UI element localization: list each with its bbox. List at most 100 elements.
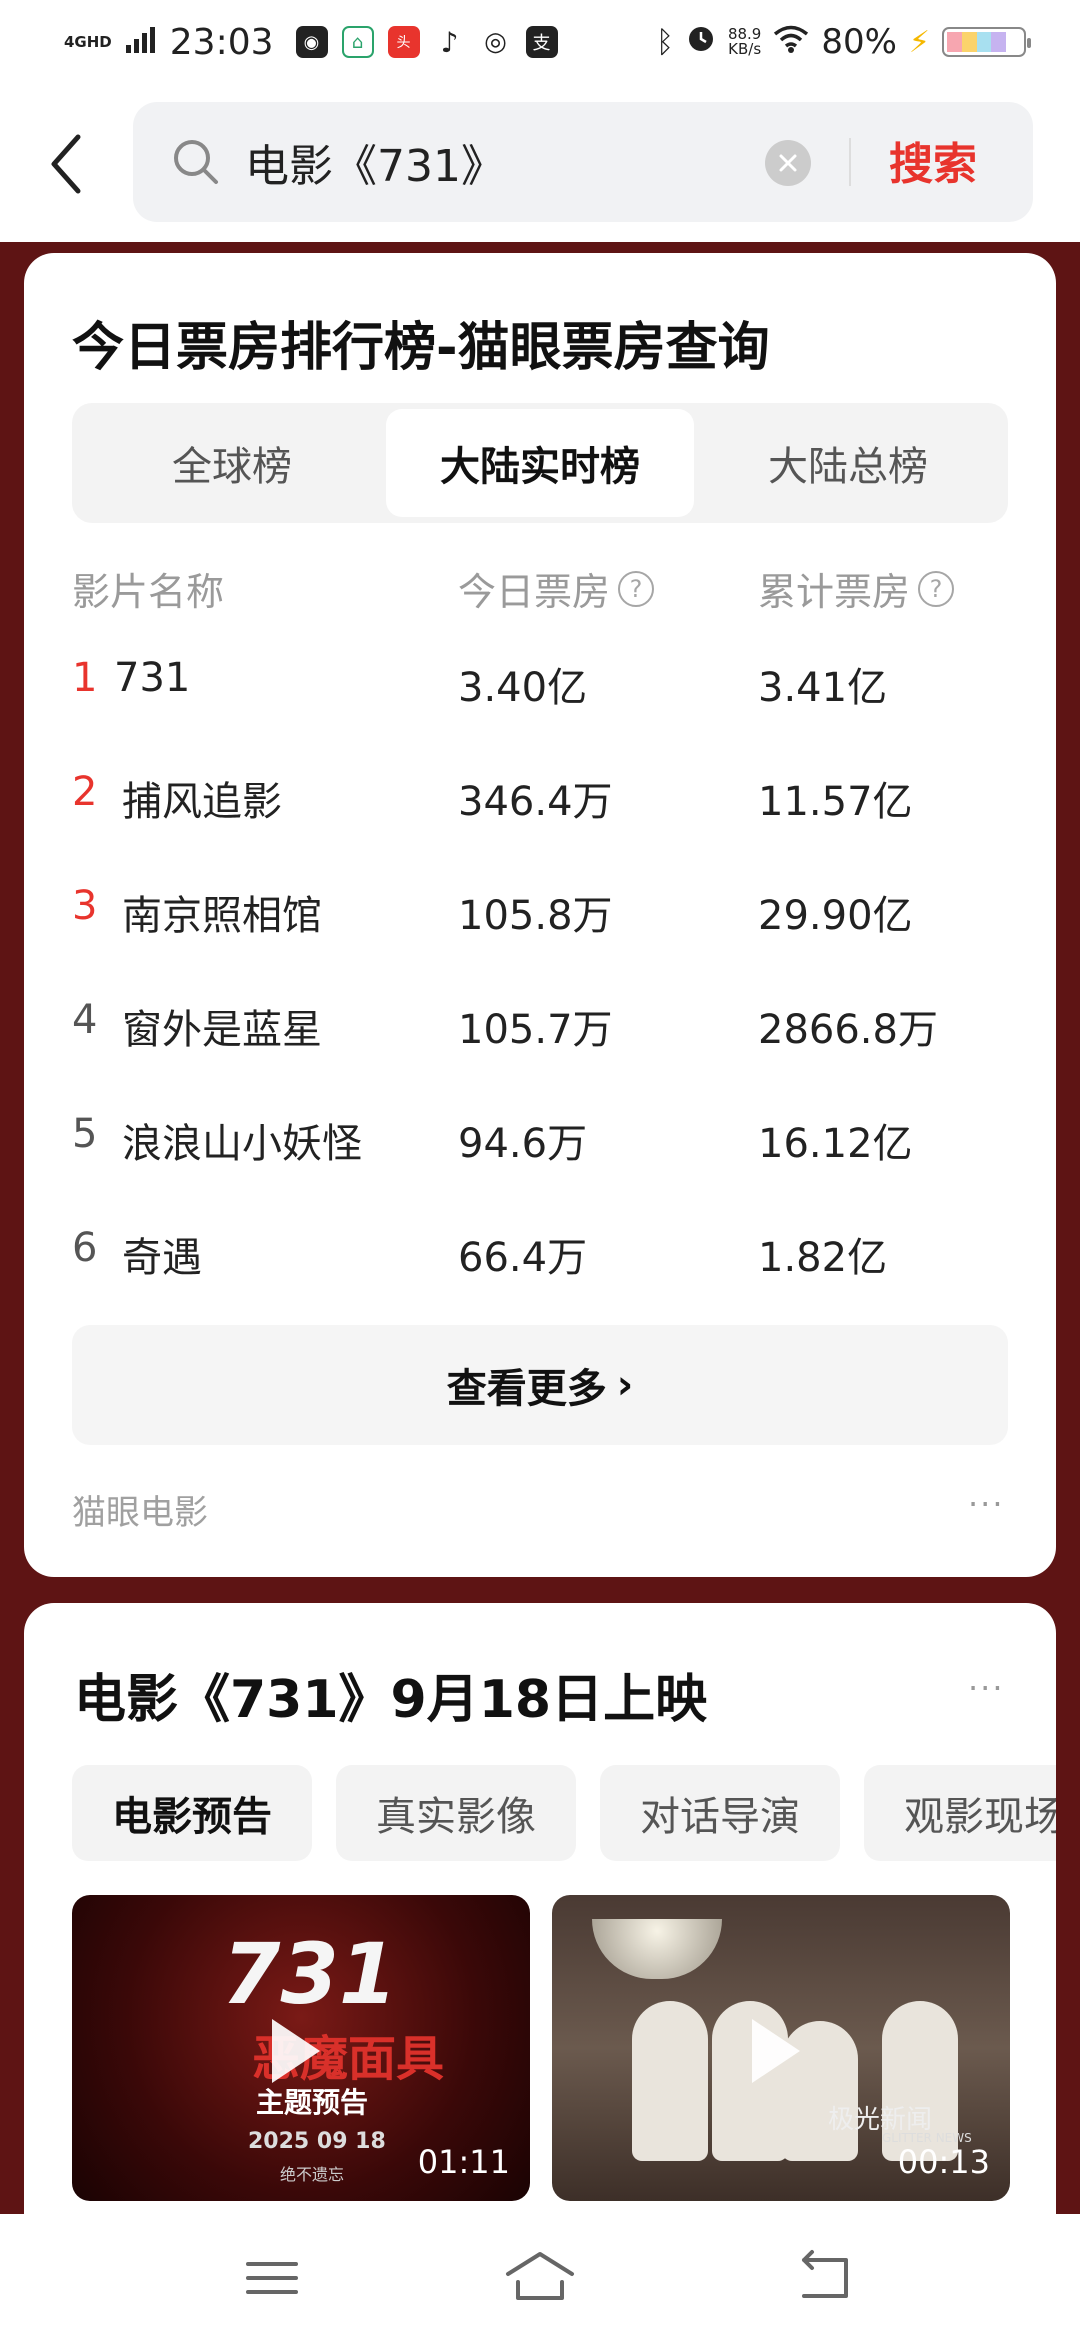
video-thumbnail[interactable]: 极光新闻 GLITTER NEWS 00:13 xyxy=(552,1895,1010,2201)
total-box-office: 16.12亿 xyxy=(758,1121,913,1167)
table-row[interactable]: 3 南京照相馆 105.8万 29.90亿 xyxy=(72,873,1008,953)
toutiao-icon: 头 xyxy=(387,26,420,58)
ranking-tabs: 全球榜 大陆实时榜 大陆总榜 xyxy=(72,403,1008,523)
rank-number: 1 xyxy=(72,655,98,701)
search-box[interactable]: 搜索 xyxy=(133,102,1033,222)
chip-director-talk[interactable]: 对话导演 xyxy=(600,1765,840,1861)
movie-name: 窗外是蓝星 xyxy=(122,1007,322,1053)
close-icon xyxy=(779,154,797,172)
today-box-office: 105.8万 xyxy=(458,893,613,939)
menu-button[interactable] xyxy=(236,2242,308,2314)
today-box-office: 66.4万 xyxy=(458,1235,588,1281)
movie-name: 捕风追影 xyxy=(122,779,282,825)
system-navigation-bar xyxy=(0,2214,1080,2340)
search-button[interactable]: 搜索 xyxy=(889,128,977,192)
today-box-office: 346.4万 xyxy=(458,779,613,825)
rank-number: 4 xyxy=(72,997,98,1043)
search-icon xyxy=(174,140,218,184)
video-thumbnail[interactable]: 731 恶魔面具 主题预告 2025 09 18 绝不遗忘 01:11 xyxy=(72,1895,530,2201)
home-icon xyxy=(506,2252,574,2300)
today-box-office: 105.7万 xyxy=(458,1007,613,1053)
tiktok-icon: ♪ xyxy=(433,26,466,59)
figure xyxy=(632,2001,708,2161)
alarm-icon xyxy=(686,22,716,62)
total-box-office: 29.90亿 xyxy=(758,893,913,939)
menu-icon xyxy=(246,2262,298,2294)
clear-button[interactable] xyxy=(765,140,811,186)
back-button[interactable] xyxy=(44,129,88,199)
video-category-chips: 电影预告 真实影像 对话导演 观影现场 xyxy=(72,1765,1056,1861)
box-office-card: 今日票房排行榜-猫眼票房查询 全球榜 大陆实时榜 大陆总榜 影片名称 今日票房?… xyxy=(24,253,1056,1577)
movie-card-title: 电影《731》9月18日上映 xyxy=(74,1670,708,1730)
network-speed: 88.9 KB/s xyxy=(727,25,762,58)
video-duration: 00:13 xyxy=(897,2143,990,2181)
status-bar: 4GHD 23:03 ◉ ⌂ 头 ♪ ◎ 支 ᛒ 88.9 KB/s 80% ⚡ xyxy=(0,0,1080,84)
today-box-office: 94.6万 xyxy=(458,1121,588,1167)
return-icon xyxy=(802,2250,848,2298)
table-row[interactable]: 4 窗外是蓝星 105.7万 2866.8万 xyxy=(72,987,1008,1067)
table-row[interactable]: 5 浪浪山小妖怪 94.6万 16.12亿 xyxy=(72,1101,1008,1181)
more-options-icon[interactable]: ··· xyxy=(968,1669,1005,1707)
chip-trailer[interactable]: 电影预告 xyxy=(72,1765,312,1861)
movie-name: 奇遇 xyxy=(122,1235,202,1281)
search-header: 搜索 xyxy=(0,84,1080,242)
view-more-label: 查看更多 xyxy=(446,1366,607,1412)
movie-name: 浪浪山小妖怪 xyxy=(122,1121,362,1167)
poster-title: 731 xyxy=(222,1925,398,2023)
table-row[interactable]: 6 奇遇 66.4万 1.82亿 xyxy=(72,1215,1008,1295)
battery-icon xyxy=(942,27,1031,57)
help-icon[interactable]: ? xyxy=(618,570,655,607)
network-indicator: 4GHD xyxy=(64,32,112,51)
rank-number: 3 xyxy=(72,883,98,929)
battery-percent: 80% xyxy=(821,22,897,62)
column-header-today: 今日票房? xyxy=(458,561,655,616)
total-box-office: 11.57亿 xyxy=(758,779,913,825)
chip-real-footage[interactable]: 真实影像 xyxy=(336,1765,576,1861)
column-header-name: 影片名称 xyxy=(72,570,225,614)
rank-number: 2 xyxy=(72,769,98,815)
column-header-total: 累计票房? xyxy=(758,561,955,616)
surgical-lamp xyxy=(592,1919,722,1979)
tab-global[interactable]: 全球榜 xyxy=(78,409,386,517)
play-icon xyxy=(752,2019,800,2083)
home-button[interactable] xyxy=(504,2242,576,2314)
charging-icon: ⚡ xyxy=(908,24,930,60)
wifi-icon xyxy=(773,22,809,62)
poster-date: 2025 09 18 xyxy=(248,2129,386,2154)
total-box-office: 1.82亿 xyxy=(758,1235,888,1281)
view-more-button[interactable]: 查看更多 › xyxy=(72,1325,1008,1445)
chevron-right-icon: › xyxy=(616,1362,634,1408)
tab-mainland-realtime[interactable]: 大陆实时榜 xyxy=(386,409,694,517)
divider xyxy=(849,138,851,186)
total-box-office: 3.41亿 xyxy=(758,665,888,711)
clock: 23:03 xyxy=(169,21,274,63)
tab-mainland-total[interactable]: 大陆总榜 xyxy=(694,409,1002,517)
table-header: 影片名称 今日票房? 累计票房? xyxy=(72,561,1008,621)
poster-tagline: 绝不遗忘 xyxy=(280,2165,345,2184)
wechat-icon: ◎ xyxy=(479,26,512,58)
poster-tag: 主题预告 xyxy=(256,2086,369,2119)
chip-screening-scene[interactable]: 观影现场 xyxy=(864,1765,1056,1861)
table-row[interactable]: 2 捕风追影 346.4万 11.57亿 xyxy=(72,759,1008,839)
home-app-icon: ⌂ xyxy=(341,26,374,58)
today-box-office: 3.40亿 xyxy=(458,665,588,711)
alipay-icon: 支 xyxy=(525,26,558,58)
app-notification-icon: ◉ xyxy=(295,26,328,58)
search-input[interactable] xyxy=(245,136,745,188)
bluetooth-icon: ᛒ xyxy=(655,24,674,60)
movie-name: 南京照相馆 xyxy=(122,893,322,939)
play-icon xyxy=(272,2019,320,2083)
source-label: 猫眼电影 xyxy=(72,1493,208,1533)
movie-name: 731 xyxy=(114,655,191,701)
back-arrow-icon xyxy=(51,134,81,194)
rank-number: 6 xyxy=(72,1225,98,1271)
more-options-icon[interactable]: ··· xyxy=(968,1485,1005,1523)
rank-number: 5 xyxy=(72,1111,98,1157)
video-duration: 01:11 xyxy=(417,2143,510,2181)
back-nav-button[interactable] xyxy=(786,2242,858,2314)
signal-icon xyxy=(125,22,156,62)
table-row[interactable]: 1 731 3.40亿 3.41亿 xyxy=(72,645,1008,725)
total-box-office: 2866.8万 xyxy=(758,1007,938,1053)
help-icon[interactable]: ? xyxy=(918,570,955,607)
box-office-title: 今日票房排行榜-猫眼票房查询 xyxy=(72,318,770,378)
